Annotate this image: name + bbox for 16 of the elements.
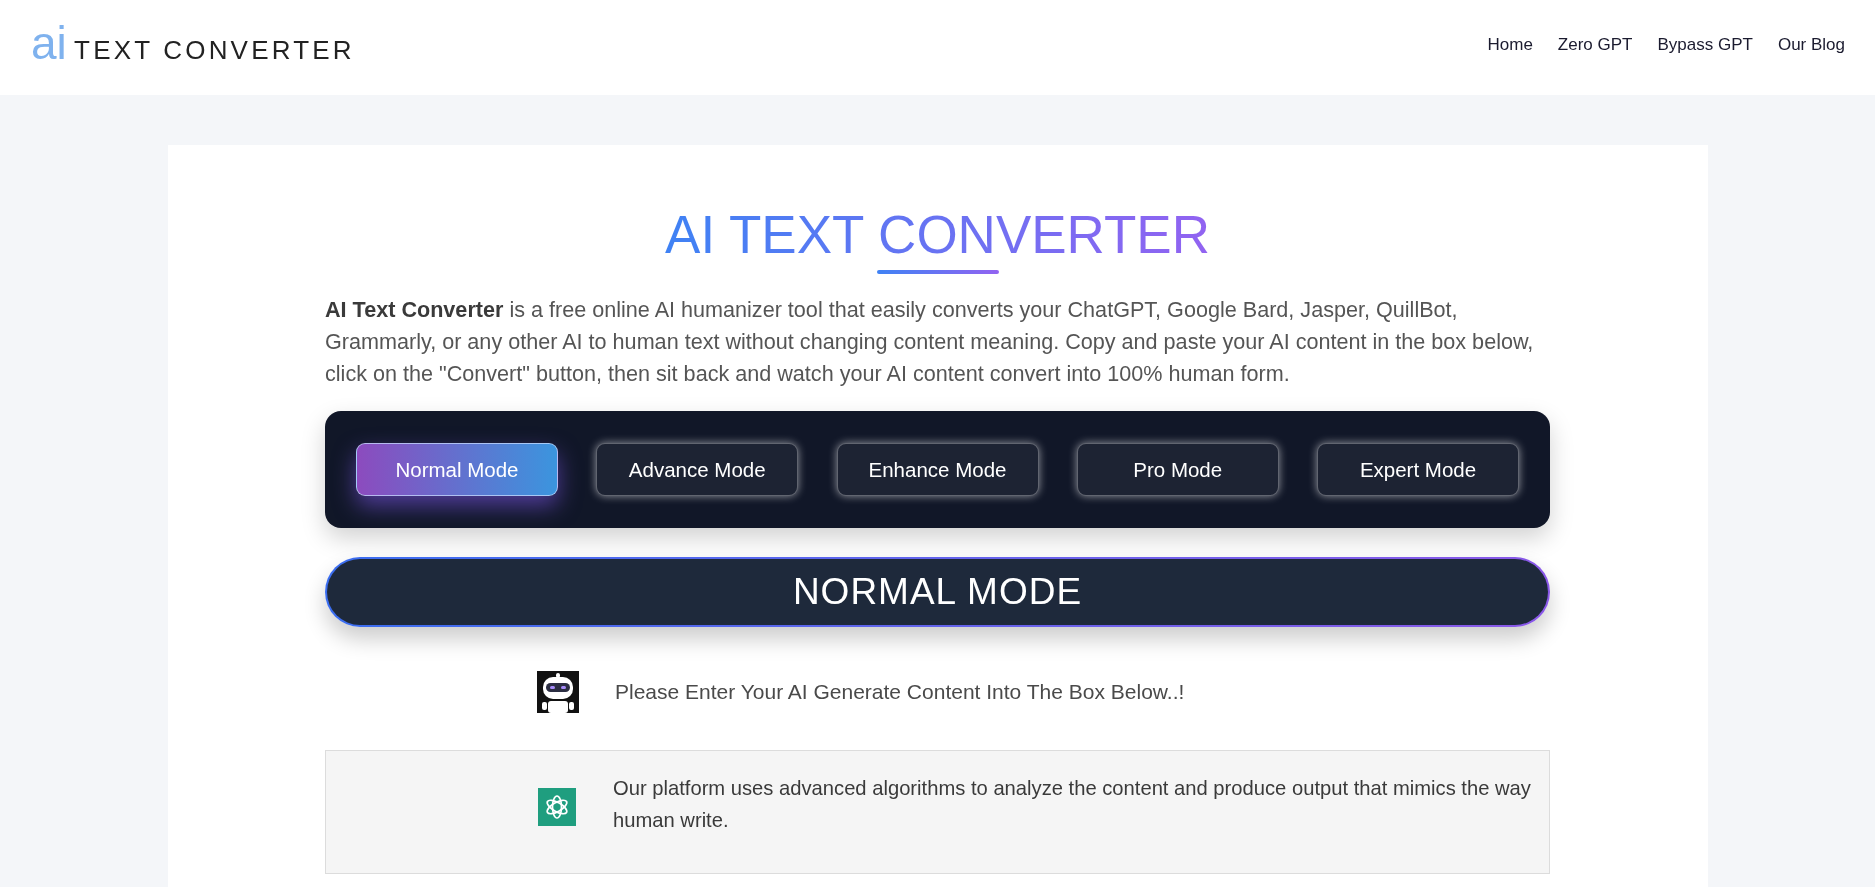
nav-link[interactable]: Home	[1487, 34, 1533, 55]
nav-link[interactable]: Bypass GPT	[1657, 34, 1753, 55]
mode-banner: NORMAL MODE	[325, 557, 1550, 627]
mode-button[interactable]: Enhance Mode	[836, 443, 1039, 496]
mode-button[interactable]: Expert Mode	[1317, 443, 1519, 496]
atom-icon	[538, 788, 576, 826]
robot-icon	[537, 671, 579, 713]
mode-button[interactable]: Pro Mode	[1076, 443, 1279, 496]
nav-link[interactable]: Our Blog	[1777, 34, 1845, 55]
site-logo[interactable]: ai TEXT CONVERTER	[31, 19, 355, 66]
mode-button[interactable]: Normal Mode	[356, 443, 558, 496]
intro-paragraph: AI Text Converter is a free online AI humanizer tool that easily converts your ChatGPT, Google Bard, Jasper, QuillBot, Grammarly, or any other AI to human text without changing content meaning. Copy and paste your AI content in the box below, click on the "Convert" button, then sit back and watch your AI content convert into 100% human form.	[325, 296, 1535, 388]
prompt-text: Please Enter Your AI Generate Content Into The Box Below..!	[615, 680, 1185, 704]
mode-button[interactable]: Advance Mode	[596, 443, 799, 496]
info-text: Our platform uses advanced algorithms to analyze the content and produce output that mimics the way human write.	[613, 776, 1532, 833]
nav-link[interactable]: Zero GPT	[1557, 34, 1633, 55]
